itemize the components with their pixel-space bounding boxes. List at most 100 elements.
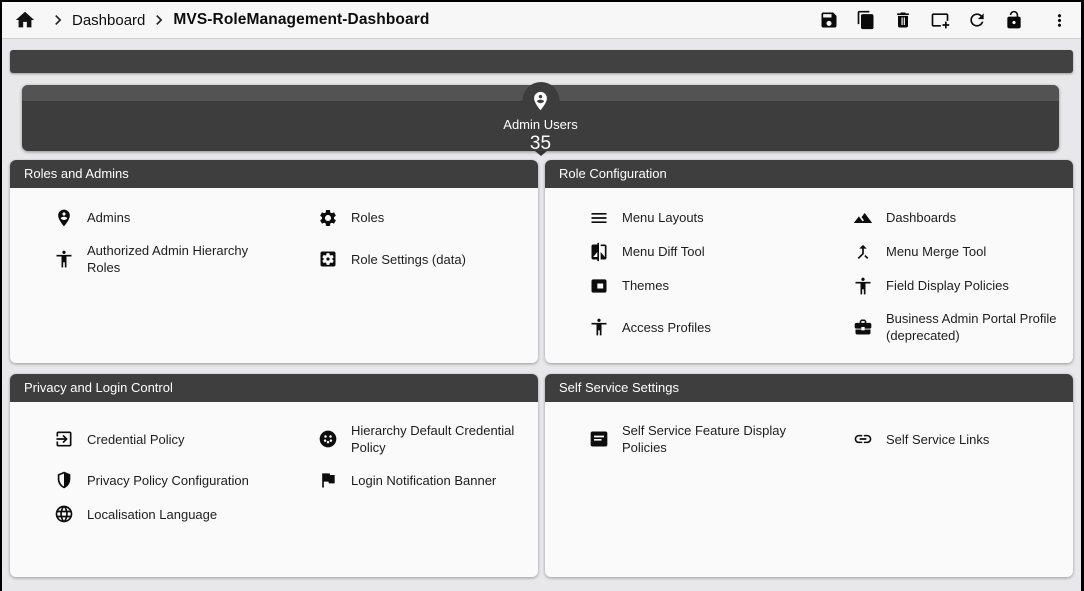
menu-item-hierarchy-default-credential-policy[interactable]: Hierarchy Default Credential Policy — [274, 415, 538, 463]
delete-button[interactable] — [891, 8, 915, 32]
menu-item-field-display-policies[interactable]: Field Display Policies — [809, 269, 1073, 303]
menu-item-label: Privacy Policy Configuration — [87, 472, 249, 489]
copy-icon — [856, 10, 876, 30]
dots-circle-icon — [318, 429, 338, 449]
copy-button[interactable] — [854, 8, 878, 32]
panel-body: Credential Policy Hierarchy Default Crede… — [10, 402, 538, 531]
menu-item-admins[interactable]: Admins — [10, 201, 274, 235]
globe-icon — [54, 504, 74, 524]
menu-item-label: Localisation Language — [87, 506, 217, 523]
menu-item-label: Themes — [622, 277, 669, 294]
menu-item-authorized-admin-hierarchy-roles[interactable]: Authorized Admin Hierarchy Roles — [10, 235, 274, 283]
stat-badge — [522, 82, 559, 119]
menu-item-label: Access Profiles — [622, 319, 711, 336]
menu-item-menu-layouts[interactable]: Menu Layouts — [545, 201, 809, 235]
menu-item-self-service-links[interactable]: Self Service Links — [809, 415, 1073, 463]
menu-item-label: Menu Layouts — [622, 209, 704, 226]
top-bar: Dashboard MVS-RoleManagement-Dashboard — [2, 2, 1081, 39]
menu-item-label: Role Settings (data) — [351, 251, 466, 268]
home-button[interactable] — [14, 8, 38, 32]
menu-item-label: Authorized Admin Hierarchy Roles — [87, 242, 266, 276]
panel-title: Role Configuration — [545, 160, 1073, 188]
gear-box-icon — [318, 249, 338, 269]
menu-item-label: Admins — [87, 209, 130, 226]
mountains-icon — [853, 208, 873, 228]
featured-list-icon — [589, 429, 609, 449]
breadcrumb-item-mvs-rolemanagement-dashboard[interactable]: MVS-RoleManagement-Dashboard — [173, 11, 429, 29]
panel-title: Self Service Settings — [545, 374, 1073, 402]
menu-item-dashboards[interactable]: Dashboards — [809, 201, 1073, 235]
menu-item-self-service-feature-display-policies[interactable]: Self Service Feature Display Policies — [545, 415, 809, 463]
add-dashboard-icon — [930, 10, 950, 30]
menu-item-label: Dashboards — [886, 209, 956, 226]
menu-item-business-admin-portal-profile-deprecated[interactable]: Business Admin Portal Profile (deprecate… — [809, 303, 1073, 351]
home-icon — [14, 9, 36, 31]
link-icon — [853, 429, 873, 449]
collapsed-section-bar — [10, 50, 1073, 73]
panel-privacy-and-login-control: Privacy and Login ControlCredential Poli… — [10, 374, 538, 577]
menu-item-label: Login Notification Banner — [351, 472, 496, 489]
dashboard-panels: Roles and Admins Admins Roles Authorized Ad… — [10, 160, 1073, 577]
breadcrumb-separator-icon — [48, 10, 68, 30]
accessibility-icon — [853, 276, 873, 296]
menu-item-roles[interactable]: Roles — [274, 201, 538, 235]
add-button[interactable] — [928, 8, 952, 32]
gear-icon — [318, 208, 338, 228]
accessibility-icon — [54, 249, 74, 269]
panel-title: Privacy and Login Control — [10, 374, 538, 402]
menu-item-label: Self Service Feature Display Policies — [622, 422, 801, 456]
flag-icon — [318, 470, 338, 490]
menu-item-label: Business Admin Portal Profile (deprecate… — [886, 310, 1065, 344]
menu-item-localisation-language[interactable]: Localisation Language — [10, 497, 274, 531]
admin-users-stat-card[interactable]: Admin Users 35 — [22, 85, 1059, 151]
menu-item-privacy-policy-configuration[interactable]: Privacy Policy Configuration — [10, 463, 274, 497]
panel-body: Menu Layouts Dashboards Menu Diff Tool Menu… — [545, 188, 1073, 351]
menu-item-role-settings-data[interactable]: Role Settings (data) — [274, 235, 538, 283]
menu-item-label: Menu Diff Tool — [622, 243, 705, 260]
exit-to-app-icon — [54, 429, 74, 449]
person-pin-icon — [530, 90, 552, 112]
panel-body: Admins Roles Authorized Admin Hierarchy Ro… — [10, 188, 538, 283]
breadcrumb-items: Dashboard MVS-RoleManagement-Dashboard — [44, 10, 429, 30]
more-options-button[interactable] — [1047, 8, 1071, 32]
menu-item-label: Self Service Links — [886, 431, 989, 448]
menu-item-login-notification-banner[interactable]: Login Notification Banner — [274, 463, 538, 497]
panel-body: Self Service Feature Display Policies Sel… — [545, 402, 1073, 463]
save-button[interactable] — [817, 8, 841, 32]
stat-label: Admin Users — [22, 117, 1059, 132]
breadcrumb-item-dashboard[interactable]: Dashboard — [72, 12, 145, 29]
panel-roles-and-admins: Roles and Admins Admins Roles Authorized Ad… — [10, 160, 538, 363]
panel-title: Roles and Admins — [10, 160, 538, 188]
menu-item-label: Roles — [351, 209, 384, 226]
toolbar — [817, 8, 1071, 32]
briefcase-icon — [853, 317, 873, 337]
refresh-button[interactable] — [965, 8, 989, 32]
panel-self-service-settings: Self Service SettingsSelf Service Featur… — [545, 374, 1073, 577]
menu-item-credential-policy[interactable]: Credential Policy — [10, 415, 274, 463]
stat-card-pointer — [535, 151, 547, 156]
save-icon — [819, 10, 839, 30]
compare-icon — [589, 242, 609, 262]
unlock-button[interactable] — [1002, 8, 1026, 32]
menu-item-access-profiles[interactable]: Access Profiles — [545, 303, 809, 351]
more-vert-icon — [1050, 11, 1069, 30]
stat-texts: Admin Users 35 — [22, 117, 1059, 155]
lock-open-icon — [1004, 10, 1024, 30]
merge-icon — [853, 242, 873, 262]
stat-section: Admin Users 35 — [22, 85, 1059, 151]
menu-icon — [589, 208, 609, 228]
accessibility-icon — [589, 317, 609, 337]
refresh-icon — [967, 10, 987, 30]
panel-role-configuration: Role Configuration Menu Layouts Dashboards… — [545, 160, 1073, 363]
menu-item-label: Menu Merge Tool — [886, 243, 986, 260]
menu-item-label: Hierarchy Default Credential Policy — [351, 422, 530, 456]
menu-item-menu-merge-tool[interactable]: Menu Merge Tool — [809, 235, 1073, 269]
menu-item-label: Credential Policy — [87, 431, 185, 448]
person-pin-icon — [54, 208, 74, 228]
image-icon — [589, 276, 609, 296]
breadcrumb: Dashboard MVS-RoleManagement-Dashboard — [14, 8, 429, 32]
menu-item-menu-diff-tool[interactable]: Menu Diff Tool — [545, 235, 809, 269]
menu-item-themes[interactable]: Themes — [545, 269, 809, 303]
shield-half-icon — [54, 470, 74, 490]
menu-item-label: Field Display Policies — [886, 277, 1009, 294]
